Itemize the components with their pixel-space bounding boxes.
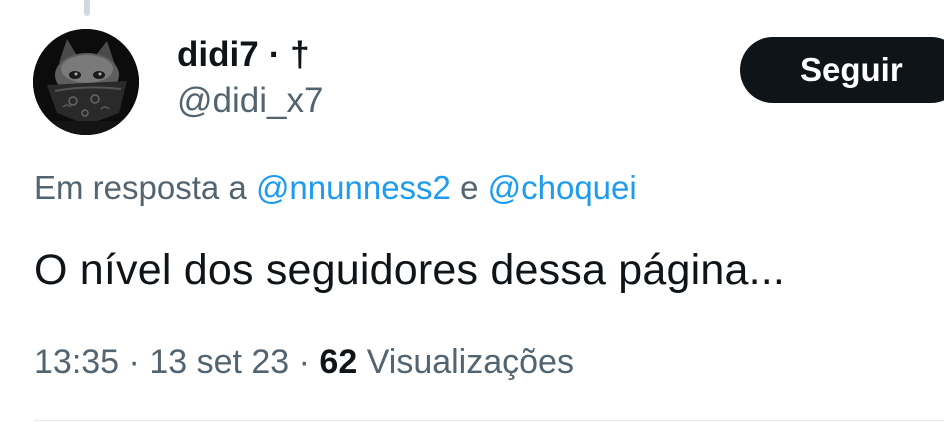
divider	[34, 420, 944, 421]
masked-cat-avatar-icon	[33, 29, 139, 135]
mention-link-nnunness2[interactable]: @nnunness2	[256, 169, 451, 206]
reply-context: Em resposta a @nnunness2 e @choquei	[34, 166, 637, 210]
meta-separator: ·	[289, 343, 320, 381]
meta-separator: ·	[119, 343, 150, 381]
tweet: didi7 · † @didi_x7 Seguir Em resposta a …	[0, 0, 944, 426]
author-display-name[interactable]: didi7	[177, 33, 259, 77]
views-label: Visualizações	[357, 343, 574, 381]
follow-button[interactable]: Seguir	[740, 37, 944, 103]
reply-prefix: Em resposta a	[34, 169, 256, 206]
thread-connector-line	[84, 0, 90, 16]
author-name-row[interactable]: didi7 · †	[177, 33, 310, 77]
author-handle[interactable]: @didi_x7	[177, 79, 323, 123]
tweet-text: O nível dos seguidores dessa página...	[34, 246, 786, 294]
reply-connector: e	[450, 169, 488, 206]
avatar[interactable]	[33, 29, 139, 135]
tweet-time[interactable]: 13:35	[34, 343, 119, 381]
tweet-meta: 13:35 · 13 set 23 · 62 Visualizações	[34, 339, 574, 385]
views-count: 62	[319, 343, 358, 381]
mention-link-choquei[interactable]: @choquei	[488, 169, 637, 206]
author-name-suffix: · †	[268, 35, 310, 74]
tweet-date[interactable]: 13 set 23	[149, 343, 289, 381]
